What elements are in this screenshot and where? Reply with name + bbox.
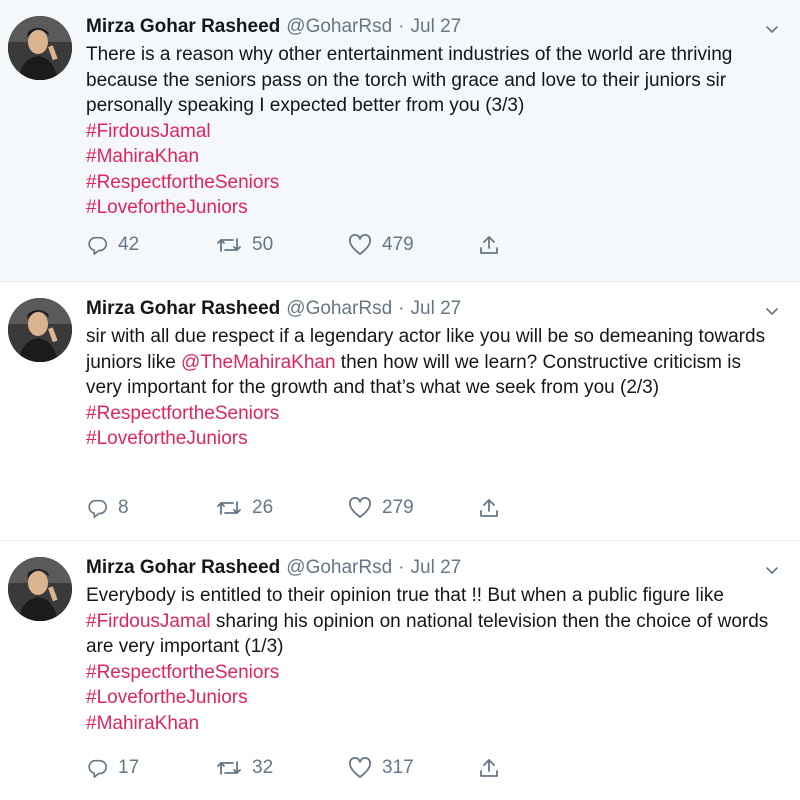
separator-dot: · (398, 16, 405, 37)
share-icon (480, 499, 498, 517)
tweet[interactable]: Mirza Gohar Rasheed @GoharRsd · Jul 27 E… (0, 541, 800, 800)
author-name[interactable]: Mirza Gohar Rasheed (86, 298, 280, 320)
reply-button[interactable]: 17 (86, 757, 216, 779)
tweet-text: Everybody is entitled to their opinion t… (86, 583, 770, 736)
avatar[interactable] (8, 557, 72, 621)
retweet-count: 26 (252, 497, 274, 518)
share-button[interactable] (478, 497, 500, 519)
author-name[interactable]: Mirza Gohar Rasheed (86, 16, 280, 38)
reply-count: 8 (118, 497, 129, 518)
author-name[interactable]: Mirza Gohar Rasheed (86, 557, 280, 579)
reply-icon (88, 236, 107, 255)
like-count: 317 (382, 757, 414, 778)
retweet-icon (217, 238, 241, 252)
like-button[interactable]: 279 (348, 497, 478, 519)
mention-link[interactable]: @TheMahiraKhan (181, 352, 335, 373)
tweet-text: There is a reason why other entertainmen… (86, 42, 770, 221)
like-button[interactable]: 317 (348, 757, 478, 779)
tweet-feed: Mirza Gohar Rasheed @GoharRsd · Jul 27 T… (0, 0, 800, 800)
like-count: 479 (382, 234, 414, 255)
like-icon (349, 757, 371, 778)
retweet-button[interactable]: 50 (216, 234, 348, 256)
avatar[interactable] (8, 298, 72, 362)
like-icon (349, 234, 371, 255)
retweet-count: 50 (252, 234, 274, 255)
hashtag-link[interactable]: #MahiraKhan (86, 711, 770, 737)
hashtag-link[interactable]: #LovefortheJuniors (86, 685, 770, 711)
like-count: 279 (382, 497, 414, 518)
share-icon (480, 236, 498, 254)
tweet-actions: 42 50 479 (86, 233, 500, 257)
tweet-date[interactable]: Jul 27 (411, 16, 462, 38)
hashtag-link[interactable]: #FirdousJamal (86, 119, 770, 145)
separator-dot: · (398, 557, 405, 578)
tweet-date[interactable]: Jul 27 (411, 298, 462, 320)
share-button[interactable] (478, 234, 500, 256)
tweet-actions: 17 32 317 (86, 756, 500, 780)
tweet-date[interactable]: Jul 27 (411, 557, 462, 579)
hashtag-link[interactable]: #LovefortheJuniors (86, 426, 770, 452)
reply-count: 17 (118, 757, 140, 778)
hashtag-link[interactable]: #RespectfortheSeniors (86, 401, 770, 427)
retweet-count: 32 (252, 757, 274, 778)
retweet-button[interactable]: 32 (216, 757, 348, 779)
reply-icon (88, 759, 107, 778)
hashtag-link[interactable]: #RespectfortheSeniors (86, 660, 770, 686)
author-handle[interactable]: @GoharRsd (286, 557, 392, 579)
retweet-icon (217, 501, 241, 515)
avatar[interactable] (8, 16, 72, 80)
separator-dot: · (398, 298, 405, 319)
retweet-icon (217, 761, 241, 775)
tweet-actions: 8 26 279 (86, 496, 500, 520)
tweet-body: Everybody is entitled to their opinion t… (86, 585, 724, 606)
chevron-down-icon[interactable] (764, 304, 780, 320)
reply-icon (88, 499, 107, 518)
like-button[interactable]: 479 (348, 234, 478, 256)
tweet-body: There is a reason why other entertainmen… (86, 44, 733, 116)
author-handle[interactable]: @GoharRsd (286, 16, 392, 38)
tweet[interactable]: Mirza Gohar Rasheed @GoharRsd · Jul 27 s… (0, 282, 800, 541)
tweet-text: sir with all due respect if a legendary … (86, 324, 770, 452)
retweet-button[interactable]: 26 (216, 497, 348, 519)
hashtag-link[interactable]: #FirdousJamal (86, 611, 211, 632)
chevron-down-icon[interactable] (764, 563, 780, 579)
tweet[interactable]: Mirza Gohar Rasheed @GoharRsd · Jul 27 T… (0, 0, 800, 282)
hashtag-link[interactable]: #LovefortheJuniors (86, 195, 770, 221)
hashtag-link[interactable]: #RespectfortheSeniors (86, 170, 770, 196)
hashtag-link[interactable]: #MahiraKhan (86, 144, 770, 170)
reply-button[interactable]: 42 (86, 234, 216, 256)
reply-button[interactable]: 8 (86, 497, 216, 519)
reply-count: 42 (118, 234, 140, 255)
author-handle[interactable]: @GoharRsd (286, 298, 392, 320)
chevron-down-icon[interactable] (764, 22, 780, 38)
share-button[interactable] (478, 757, 500, 779)
like-icon (349, 497, 371, 518)
share-icon (480, 759, 498, 777)
